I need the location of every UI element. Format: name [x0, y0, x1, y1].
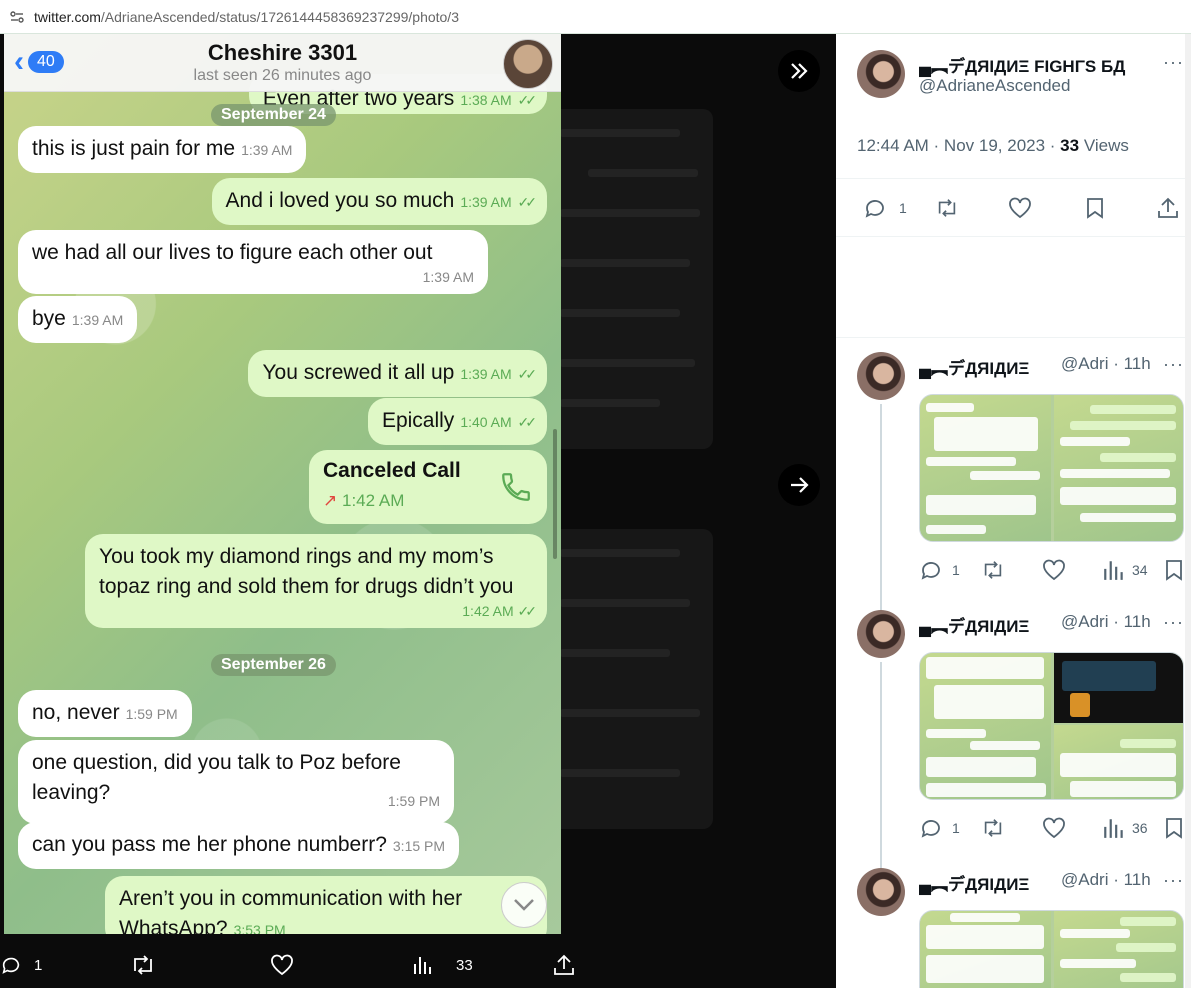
author-handle[interactable]: @AdrianeAscended — [919, 76, 1070, 96]
bookmark-icon[interactable] — [1162, 558, 1186, 582]
contact-avatar — [503, 39, 553, 89]
message-bubble-outgoing: You screwed it all up 1:39 AM ✓✓ — [248, 350, 547, 397]
url-host: twitter.com — [34, 8, 101, 25]
chat-last-seen: last seen 26 minutes ago — [193, 67, 372, 84]
heart-icon — [271, 954, 293, 976]
reply-count: 1 — [34, 956, 43, 974]
reply-icon[interactable] — [919, 558, 943, 582]
reply-author-handle: @Adri · 11h — [1061, 870, 1151, 889]
date-separator: September 24 — [211, 104, 336, 126]
message-bubble-incoming: can you pass me her phone numberr? 3:15 P… — [18, 822, 460, 869]
phone-icon — [502, 473, 530, 501]
message-bubble-outgoing: Epically 1:40 AM ✓✓ — [367, 398, 547, 445]
analytics-icon[interactable] — [1102, 558, 1126, 582]
views-count: 33 — [456, 956, 473, 974]
reply-image-thumbnail[interactable] — [919, 652, 1184, 800]
share-icon[interactable] — [1156, 196, 1180, 220]
url-path: /AdrianeAscended/status/1726144458369237… — [100, 8, 459, 25]
photo-action-bar: 1 33 — [0, 942, 836, 988]
author-name[interactable]: ▄︻デДЯIДИΞ FIGHΓS БД — [919, 52, 1125, 77]
message-bubble-incoming: this is just pain for me 1:39 AM — [18, 126, 307, 173]
panel-scrollbar[interactable] — [1185, 34, 1191, 988]
reply-author-avatar[interactable] — [857, 352, 905, 400]
reply-author-name[interactable]: ▄︻デДЯIДИΞ — [919, 354, 1029, 379]
background-blur-panel — [548, 109, 713, 449]
collapse-panel-button[interactable] — [778, 50, 820, 92]
bookmark-icon[interactable] — [1083, 196, 1107, 220]
message-bubble-outgoing: Aren’t you in communication with her Wha… — [105, 876, 547, 934]
repost-action[interactable] — [130, 954, 156, 976]
chevron-down-icon — [514, 899, 534, 911]
author-avatar[interactable] — [857, 50, 905, 98]
reply-author-handle: @Adri · 11h — [1061, 354, 1151, 373]
chat-screenshot-image: ‹ 40 Cheshire 3301 last seen 26 minutes … — [4, 34, 561, 934]
repost-icon[interactable] — [981, 558, 1005, 582]
address-bar[interactable]: twitter.com/AdrianeAscended/status/17261… — [0, 0, 1191, 34]
chat-scrollbar — [553, 429, 557, 559]
reply-icon[interactable] — [919, 816, 943, 840]
call-bubble: Canceled Call ↗ 1:42 AM — [309, 450, 547, 524]
next-photo-button[interactable] — [778, 464, 820, 506]
repost-icon[interactable] — [935, 196, 959, 220]
message-bubble-incoming: no, never 1:59 PM — [18, 690, 192, 737]
share-action[interactable] — [552, 953, 576, 977]
message-bubble-incoming: we had all our lives to figure each othe… — [18, 230, 488, 294]
repost-icon[interactable] — [981, 816, 1005, 840]
more-options-button[interactable]: ··· — [1163, 52, 1184, 73]
url-text: twitter.com/AdrianeAscended/status/17261… — [34, 9, 459, 25]
message-bubble-incoming: one question, did you talk to Poz before… — [18, 740, 454, 824]
analytics-icon[interactable] — [1102, 816, 1126, 840]
date-separator: September 26 — [211, 654, 336, 676]
share-icon — [554, 954, 574, 975]
analytics-icon — [414, 957, 431, 974]
views-count: 34 — [1132, 562, 1148, 578]
reply-icon — [2, 957, 20, 974]
background-blur-panel — [548, 529, 713, 829]
reply-author-avatar[interactable] — [857, 868, 905, 916]
heart-icon[interactable] — [1008, 196, 1032, 220]
reply-icon[interactable] — [863, 196, 887, 220]
chat-header: ‹ 40 Cheshire 3301 last seen 26 minutes … — [4, 34, 561, 92]
heart-icon[interactable] — [1042, 816, 1066, 840]
repost-icon — [134, 955, 152, 975]
more-options-button[interactable]: ··· — [1163, 870, 1184, 891]
message-bubble-outgoing: And i loved you so much 1:39 AM ✓✓ — [211, 178, 547, 225]
like-action[interactable] — [270, 954, 294, 976]
chat-title: Cheshire 3301 — [207, 40, 358, 65]
more-options-button[interactable]: ··· — [1163, 612, 1184, 633]
reply-count: 1 — [952, 820, 960, 836]
views-count: 36 — [1132, 820, 1148, 836]
reply-author-name[interactable]: ▄︻デДЯIДИΞ — [919, 870, 1029, 895]
photo-viewer: ‹ 40 Cheshire 3301 last seen 26 minutes … — [0, 34, 836, 988]
message-bubble-incoming: bye 1:39 AM — [18, 296, 138, 343]
heart-icon[interactable] — [1042, 558, 1066, 582]
reply-image-thumbnail[interactable] — [919, 394, 1184, 542]
reply-count: 1 — [899, 200, 907, 216]
message-bubble-outgoing: You took my diamond rings and my mom’s t… — [85, 534, 547, 628]
views-action[interactable]: 33 — [412, 954, 473, 976]
site-settings-icon[interactable] — [10, 10, 24, 24]
reply-author-avatar[interactable] — [857, 610, 905, 658]
reply-author-handle: @Adri · 11h — [1061, 612, 1151, 631]
reply-count: 1 — [952, 562, 960, 578]
reply-author-name[interactable]: ▄︻デДЯIДИΞ — [919, 612, 1029, 637]
scroll-down-button — [501, 882, 547, 928]
bookmark-icon[interactable] — [1162, 816, 1186, 840]
missed-call-arrow-icon: ↗ — [323, 491, 338, 510]
more-options-button[interactable]: ··· — [1163, 354, 1184, 375]
tweet-timestamp: 12:44 AM · Nov 19, 2023 · 33 Views — [857, 136, 1129, 155]
tweet-panel: ▄︻デДЯIДИΞ FIGHΓS БД @AdrianeAscended ···… — [836, 34, 1191, 988]
double-chevron-right-icon — [791, 63, 808, 79]
reply-action[interactable]: 1 — [0, 954, 42, 976]
reply-image-thumbnail[interactable] — [919, 910, 1184, 988]
arrow-right-icon — [791, 477, 809, 493]
